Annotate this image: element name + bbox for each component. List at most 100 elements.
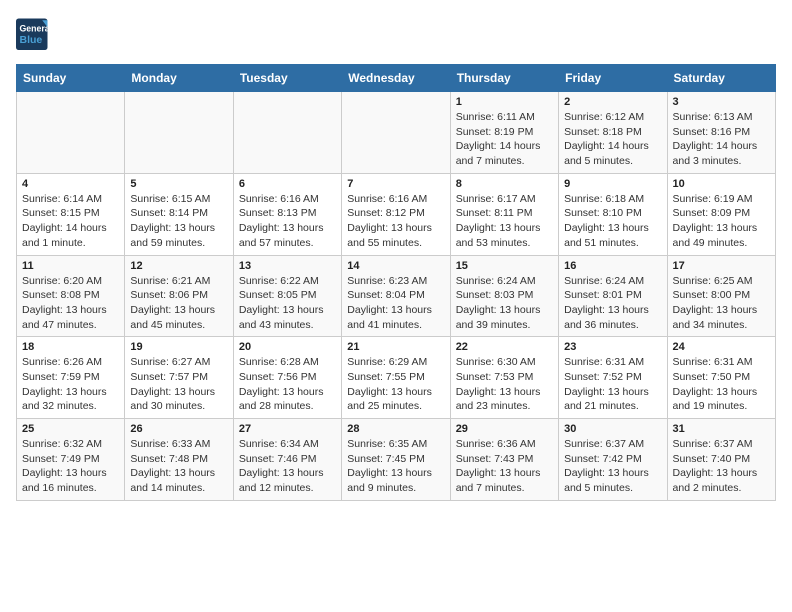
calendar-cell xyxy=(17,92,125,174)
calendar-cell: 1Sunrise: 6:11 AM Sunset: 8:19 PM Daylig… xyxy=(450,92,558,174)
day-number: 8 xyxy=(456,178,553,190)
calendar-cell: 18 Sunrise: 6:26 AM Sunset: 7:59 PM Dayli… xyxy=(17,337,125,419)
day-info: Sunrise: 6:33 AM Sunset: 7:48 PM Dayligh… xyxy=(130,437,227,496)
day-info: Sunrise: 6:23 AM Sunset: 8:04 PM Dayligh… xyxy=(347,274,444,333)
day-number: 22 xyxy=(456,341,553,353)
calendar-cell: 16Sunrise: 6:24 AM Sunset: 8:01 PM Dayli… xyxy=(559,255,667,337)
day-number: 6 xyxy=(239,178,336,190)
day-info: Sunrise: 6:14 AM Sunset: 8:15 PM Dayligh… xyxy=(22,192,119,251)
day-number: 20 xyxy=(239,341,336,353)
day-info: Sunrise: 6:20 AM Sunset: 8:08 PM Dayligh… xyxy=(22,274,119,333)
calendar-cell: 19 Sunrise: 6:27 AM Sunset: 7:57 PM Dayli… xyxy=(125,337,233,419)
calendar-week-row: 25Sunrise: 6:32 AM Sunset: 7:49 PM Dayli… xyxy=(17,419,776,501)
calendar-cell: 20Sunrise: 6:28 AM Sunset: 7:56 PM Dayli… xyxy=(233,337,341,419)
calendar-cell: 12Sunrise: 6:21 AM Sunset: 8:06 PM Dayli… xyxy=(125,255,233,337)
calendar-cell: 24 Sunrise: 6:31 AM Sunset: 7:50 PM Dayli… xyxy=(667,337,775,419)
day-number: 16 xyxy=(564,260,661,272)
col-header-wednesday: Wednesday xyxy=(342,65,450,92)
col-header-monday: Monday xyxy=(125,65,233,92)
calendar-cell xyxy=(233,92,341,174)
calendar-cell: 13 Sunrise: 6:22 AM Sunset: 8:05 PM Dayli… xyxy=(233,255,341,337)
day-info: Sunrise: 6:17 AM Sunset: 8:11 PM Dayligh… xyxy=(456,192,553,251)
day-info: Sunrise: 6:31 AM Sunset: 7:50 PM Dayligh… xyxy=(673,355,770,414)
col-header-friday: Friday xyxy=(559,65,667,92)
col-header-tuesday: Tuesday xyxy=(233,65,341,92)
page-header: General Blue xyxy=(16,16,776,56)
day-number: 13 xyxy=(239,260,336,272)
calendar-cell xyxy=(125,92,233,174)
day-number: 17 xyxy=(673,260,770,272)
calendar-week-row: 18 Sunrise: 6:26 AM Sunset: 7:59 PM Dayli… xyxy=(17,337,776,419)
day-number: 3 xyxy=(673,96,770,108)
day-number: 19 xyxy=(130,341,227,353)
calendar-cell: 10Sunrise: 6:19 AM Sunset: 8:09 PM Dayli… xyxy=(667,173,775,255)
calendar-cell: 5Sunrise: 6:15 AM Sunset: 8:14 PM Daylig… xyxy=(125,173,233,255)
calendar-cell: 21 Sunrise: 6:29 AM Sunset: 7:55 PM Dayli… xyxy=(342,337,450,419)
day-info: Sunrise: 6:16 AM Sunset: 8:13 PM Dayligh… xyxy=(239,192,336,251)
day-info: Sunrise: 6:12 AM Sunset: 8:18 PM Dayligh… xyxy=(564,110,661,169)
day-info: Sunrise: 6:25 AM Sunset: 8:00 PM Dayligh… xyxy=(673,274,770,333)
day-info: Sunrise: 6:22 AM Sunset: 8:05 PM Dayligh… xyxy=(239,274,336,333)
calendar-cell: 9 Sunrise: 6:18 AM Sunset: 8:10 PM Daylig… xyxy=(559,173,667,255)
day-number: 11 xyxy=(22,260,119,272)
day-info: Sunrise: 6:26 AM Sunset: 7:59 PM Dayligh… xyxy=(22,355,119,414)
calendar-cell: 29 Sunrise: 6:36 AM Sunset: 7:43 PM Dayli… xyxy=(450,419,558,501)
day-number: 26 xyxy=(130,423,227,435)
col-header-sunday: Sunday xyxy=(17,65,125,92)
day-number: 30 xyxy=(564,423,661,435)
day-info: Sunrise: 6:13 AM Sunset: 8:16 PM Dayligh… xyxy=(673,110,770,169)
day-number: 29 xyxy=(456,423,553,435)
calendar-cell: 4Sunrise: 6:14 AM Sunset: 8:15 PM Daylig… xyxy=(17,173,125,255)
day-number: 12 xyxy=(130,260,227,272)
calendar-header-row: SundayMondayTuesdayWednesdayThursdayFrid… xyxy=(17,65,776,92)
day-info: Sunrise: 6:29 AM Sunset: 7:55 PM Dayligh… xyxy=(347,355,444,414)
calendar-cell: 22 Sunrise: 6:30 AM Sunset: 7:53 PM Dayli… xyxy=(450,337,558,419)
day-number: 27 xyxy=(239,423,336,435)
day-number: 10 xyxy=(673,178,770,190)
calendar-cell: 2Sunrise: 6:12 AM Sunset: 8:18 PM Daylig… xyxy=(559,92,667,174)
col-header-saturday: Saturday xyxy=(667,65,775,92)
svg-text:Blue: Blue xyxy=(20,34,43,46)
calendar-cell: 23 Sunrise: 6:31 AM Sunset: 7:52 PM Dayli… xyxy=(559,337,667,419)
day-number: 28 xyxy=(347,423,444,435)
day-info: Sunrise: 6:37 AM Sunset: 7:40 PM Dayligh… xyxy=(673,437,770,496)
day-number: 23 xyxy=(564,341,661,353)
day-number: 24 xyxy=(673,341,770,353)
day-number: 14 xyxy=(347,260,444,272)
calendar-cell: 26 Sunrise: 6:33 AM Sunset: 7:48 PM Dayli… xyxy=(125,419,233,501)
calendar-cell: 8 Sunrise: 6:17 AM Sunset: 8:11 PM Daylig… xyxy=(450,173,558,255)
day-info: Sunrise: 6:35 AM Sunset: 7:45 PM Dayligh… xyxy=(347,437,444,496)
calendar-cell xyxy=(342,92,450,174)
day-number: 25 xyxy=(22,423,119,435)
day-number: 7 xyxy=(347,178,444,190)
day-info: Sunrise: 6:11 AM Sunset: 8:19 PM Dayligh… xyxy=(456,110,553,169)
day-info: Sunrise: 6:31 AM Sunset: 7:52 PM Dayligh… xyxy=(564,355,661,414)
day-info: Sunrise: 6:24 AM Sunset: 8:03 PM Dayligh… xyxy=(456,274,553,333)
day-info: Sunrise: 6:30 AM Sunset: 7:53 PM Dayligh… xyxy=(456,355,553,414)
day-number: 18 xyxy=(22,341,119,353)
calendar-week-row: 11 Sunrise: 6:20 AM Sunset: 8:08 PM Dayli… xyxy=(17,255,776,337)
calendar-cell: 30 Sunrise: 6:37 AM Sunset: 7:42 PM Dayli… xyxy=(559,419,667,501)
day-number: 15 xyxy=(456,260,553,272)
calendar-cell: 14 Sunrise: 6:23 AM Sunset: 8:04 PM Dayli… xyxy=(342,255,450,337)
calendar-week-row: 1Sunrise: 6:11 AM Sunset: 8:19 PM Daylig… xyxy=(17,92,776,174)
calendar-cell: 15 Sunrise: 6:24 AM Sunset: 8:03 PM Dayli… xyxy=(450,255,558,337)
day-info: Sunrise: 6:18 AM Sunset: 8:10 PM Dayligh… xyxy=(564,192,661,251)
col-header-thursday: Thursday xyxy=(450,65,558,92)
calendar-week-row: 4Sunrise: 6:14 AM Sunset: 8:15 PM Daylig… xyxy=(17,173,776,255)
calendar-cell: 25Sunrise: 6:32 AM Sunset: 7:49 PM Dayli… xyxy=(17,419,125,501)
day-number: 9 xyxy=(564,178,661,190)
day-info: Sunrise: 6:37 AM Sunset: 7:42 PM Dayligh… xyxy=(564,437,661,496)
day-number: 31 xyxy=(673,423,770,435)
calendar-cell: 11 Sunrise: 6:20 AM Sunset: 8:08 PM Dayli… xyxy=(17,255,125,337)
day-info: Sunrise: 6:27 AM Sunset: 7:57 PM Dayligh… xyxy=(130,355,227,414)
calendar-cell: 6 Sunrise: 6:16 AM Sunset: 8:13 PM Daylig… xyxy=(233,173,341,255)
day-number: 5 xyxy=(130,178,227,190)
day-info: Sunrise: 6:34 AM Sunset: 7:46 PM Dayligh… xyxy=(239,437,336,496)
day-number: 21 xyxy=(347,341,444,353)
calendar-table: SundayMondayTuesdayWednesdayThursdayFrid… xyxy=(16,64,776,501)
calendar-cell: 27 Sunrise: 6:34 AM Sunset: 7:46 PM Dayli… xyxy=(233,419,341,501)
calendar-cell: 7Sunrise: 6:16 AM Sunset: 8:12 PM Daylig… xyxy=(342,173,450,255)
logo-svg: General Blue xyxy=(16,16,86,56)
day-info: Sunrise: 6:36 AM Sunset: 7:43 PM Dayligh… xyxy=(456,437,553,496)
